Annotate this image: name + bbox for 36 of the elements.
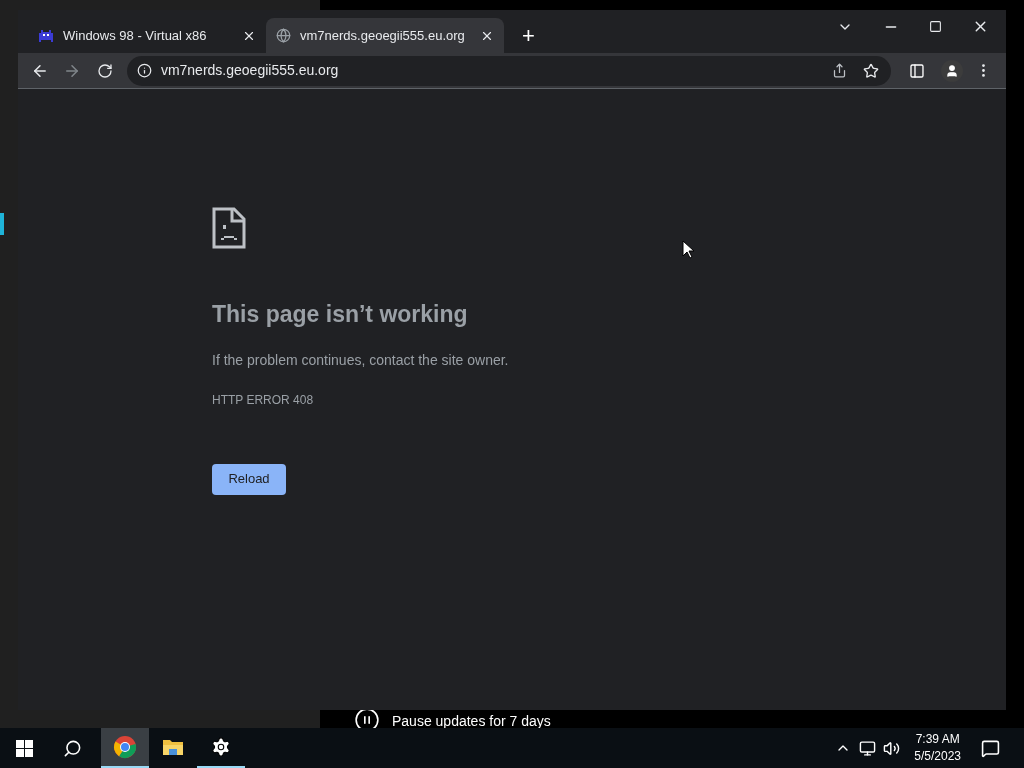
settings-icon — [210, 736, 232, 758]
info-icon[interactable] — [136, 63, 152, 78]
clock-time: 7:39 AM — [915, 731, 960, 748]
volume-icon[interactable] — [883, 739, 901, 757]
address-bar[interactable]: vm7nerds.geoegii555.eu.org — [126, 55, 892, 86]
taskbar-app[interactable] — [101, 728, 149, 768]
search-icon[interactable] — [63, 738, 82, 758]
network-icon[interactable] — [859, 739, 877, 757]
globe-icon — [276, 28, 291, 43]
browser-logo-icon — [113, 735, 137, 759]
maximize-icon[interactable] — [929, 20, 942, 33]
url-text: vm7nerds.geoegii555.eu.org — [160, 61, 340, 80]
error-message: If the problem continues, contact the site owner. — [212, 350, 509, 370]
notifications-icon[interactable] — [981, 738, 1000, 758]
side-panel-icon[interactable] — [909, 62, 926, 79]
mouse-cursor-icon — [682, 240, 694, 259]
profile-icon[interactable] — [941, 59, 964, 82]
clock[interactable]: 7:39 AM 5/5/2023 — [914, 731, 961, 765]
reload-icon[interactable] — [96, 62, 113, 79]
tab-title: Windows 98 - Virtual x86 — [63, 26, 208, 45]
browser-tab[interactable]: Windows 98 - Virtual x86 — [28, 18, 266, 53]
selection-marker — [0, 213, 4, 235]
browser-tab[interactable]: vm7nerds.geoegii555.eu.org — [266, 18, 504, 53]
windows-start-icon[interactable] — [16, 739, 33, 757]
new-tab-button[interactable]: + — [522, 25, 535, 47]
tab-title: vm7nerds.geoegii555.eu.org — [300, 26, 466, 45]
folder-icon — [162, 737, 184, 757]
pause-updates-link[interactable]: Pause updates for 7 days — [392, 710, 551, 732]
bookmark-star-icon[interactable] — [863, 62, 880, 79]
reload-button[interactable]: Reload — [212, 463, 286, 495]
sad-document-icon — [212, 207, 246, 249]
error-code: HTTP ERROR 408 — [212, 391, 314, 409]
clock-date: 5/5/2023 — [914, 748, 961, 765]
error-title: This page isn’t working — [212, 300, 468, 329]
pixel-creature-icon — [38, 27, 54, 44]
share-icon[interactable] — [832, 63, 848, 78]
